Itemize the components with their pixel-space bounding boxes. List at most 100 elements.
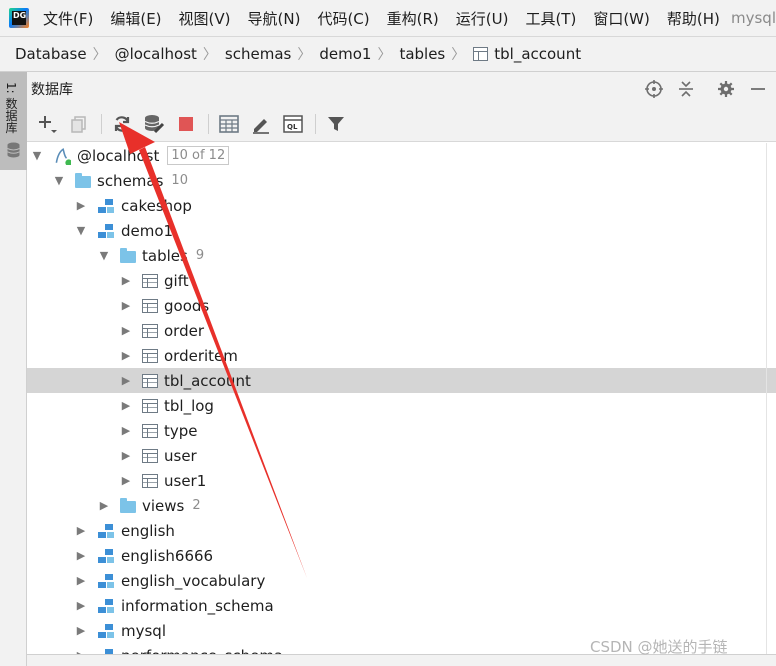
schema-settings-icon[interactable]: [142, 112, 166, 136]
menu-file[interactable]: 文件(F): [43, 8, 93, 29]
minimize-icon[interactable]: [748, 79, 768, 99]
breadcrumb-database[interactable]: Database: [15, 45, 87, 63]
breadcrumb-separator: 〉: [297, 47, 312, 63]
tree-row-table[interactable]: ▶ user1: [27, 468, 776, 493]
target-icon[interactable]: [644, 79, 664, 99]
table-editor-icon[interactable]: [217, 112, 241, 136]
tree-row-schema[interactable]: ▶ cakeshop: [27, 193, 776, 218]
tree-label: views: [142, 496, 185, 515]
tree-count: 10: [171, 173, 188, 188]
menu-bar: DG 文件(F) 编辑(E) 视图(V) 导航(N) 代码(C) 重构(R) 运…: [0, 0, 776, 36]
collapsed-caret-icon[interactable]: ▶: [75, 524, 87, 537]
database-toolbar: QL: [27, 106, 776, 142]
tree-row-table[interactable]: ▶ goods: [27, 293, 776, 318]
gear-icon[interactable]: [716, 79, 736, 99]
expanded-caret-icon[interactable]: ▼: [75, 224, 87, 237]
svg-text:QL: QL: [287, 123, 298, 131]
table-icon: [142, 323, 158, 338]
collapsed-caret-icon[interactable]: ▶: [120, 374, 132, 387]
tree-label: english: [121, 521, 175, 540]
tree-row-table[interactable]: ▶ user: [27, 443, 776, 468]
tree-row-host[interactable]: ▼ @localhost 10 of 12: [27, 143, 776, 168]
breadcrumb-demo1[interactable]: demo1: [319, 45, 371, 63]
tree-row-tables-folder[interactable]: ▼ tables 9: [27, 243, 776, 268]
collapsed-caret-icon[interactable]: ▶: [75, 599, 87, 612]
refresh-icon[interactable]: [110, 112, 134, 136]
expanded-caret-icon[interactable]: ▼: [98, 249, 110, 262]
sql-console-icon[interactable]: QL: [281, 112, 305, 136]
menu-window[interactable]: 窗口(W): [593, 8, 650, 29]
edit-icon[interactable]: [249, 112, 273, 136]
breadcrumb-separator: 〉: [202, 47, 217, 63]
tree-row-table[interactable]: ▶ type: [27, 418, 776, 443]
tree-label: user1: [164, 471, 207, 490]
scrollbar-track[interactable]: [766, 143, 767, 666]
collapsed-caret-icon[interactable]: ▶: [75, 199, 87, 212]
menu-edit[interactable]: 编辑(E): [110, 8, 161, 29]
collapsed-caret-icon[interactable]: ▶: [120, 399, 132, 412]
project-name: mysql: [731, 9, 776, 27]
menu-navigate[interactable]: 导航(N): [248, 8, 301, 29]
expanded-caret-icon[interactable]: ▼: [31, 149, 43, 162]
copy-icon[interactable]: [67, 112, 91, 136]
collapsed-caret-icon[interactable]: ▶: [75, 624, 87, 637]
breadcrumb-tables[interactable]: tables: [399, 45, 445, 63]
tree-label: order: [164, 321, 204, 340]
collapse-icon[interactable]: [676, 79, 696, 99]
tree-row-table[interactable]: ▶ gift: [27, 268, 776, 293]
menu-tools[interactable]: 工具(T): [525, 8, 576, 29]
tree-row-schema[interactable]: ▶ english: [27, 518, 776, 543]
tree-label: goods: [164, 296, 210, 315]
tree-label: @localhost: [77, 146, 160, 165]
toolbar-separator: [315, 113, 316, 134]
database-panel-header: 数据库: [27, 72, 776, 106]
tree-row-table[interactable]: ▶ tbl_log: [27, 393, 776, 418]
tree-label: demo1: [121, 221, 174, 240]
menu-view[interactable]: 视图(V): [179, 8, 231, 29]
collapsed-caret-icon[interactable]: ▶: [98, 499, 110, 512]
tree-count: 2: [192, 498, 201, 513]
collapsed-caret-icon[interactable]: ▶: [120, 349, 132, 362]
tree-row-schemas[interactable]: ▼ schemas 10: [27, 168, 776, 193]
schema-icon: [98, 573, 114, 588]
add-icon[interactable]: [35, 112, 59, 136]
menu-code[interactable]: 代码(C): [317, 8, 369, 29]
schema-icon: [98, 623, 114, 638]
menu-run[interactable]: 运行(U): [456, 8, 509, 29]
tree-row-schema[interactable]: ▶ information_schema: [27, 593, 776, 618]
collapsed-caret-icon[interactable]: ▶: [120, 474, 132, 487]
tree-row-schema[interactable]: ▼ demo1: [27, 218, 776, 243]
tree-label: type: [164, 421, 198, 440]
table-icon: [142, 348, 158, 363]
collapsed-caret-icon[interactable]: ▶: [120, 324, 132, 337]
breadcrumb-schemas[interactable]: schemas: [225, 45, 291, 63]
breadcrumb-current-table[interactable]: tbl_account: [494, 45, 581, 63]
collapsed-caret-icon[interactable]: ▶: [75, 574, 87, 587]
breadcrumb-separator: 〉: [451, 47, 466, 63]
table-icon: [142, 473, 158, 488]
tree-row-schema[interactable]: ▶ english_vocabulary: [27, 568, 776, 593]
tree-row-table-selected[interactable]: ▶ tbl_account: [27, 368, 776, 393]
breadcrumb-localhost[interactable]: @localhost: [115, 45, 197, 63]
stop-icon[interactable]: [174, 112, 198, 136]
collapsed-caret-icon[interactable]: ▶: [120, 424, 132, 437]
tree-row-table[interactable]: ▶ order: [27, 318, 776, 343]
expanded-caret-icon[interactable]: ▼: [53, 174, 65, 187]
folder-icon: [120, 247, 136, 263]
tree-label: cakeshop: [121, 196, 192, 215]
tree-row-views-folder[interactable]: ▶ views 2: [27, 493, 776, 518]
tree-row-schema[interactable]: ▶ english6666: [27, 543, 776, 568]
filter-icon[interactable]: [324, 112, 348, 136]
table-icon: [142, 398, 158, 413]
menu-help[interactable]: 帮助(H): [667, 8, 720, 29]
toolbar-separator: [208, 113, 209, 134]
database-tool-tab[interactable]: 1: 数据库: [0, 72, 27, 170]
collapsed-caret-icon[interactable]: ▶: [75, 549, 87, 562]
collapsed-caret-icon[interactable]: ▶: [120, 449, 132, 462]
collapsed-caret-icon[interactable]: ▶: [120, 299, 132, 312]
tree-row-table[interactable]: ▶ orderitem: [27, 343, 776, 368]
tree-label: orderitem: [164, 346, 238, 365]
menu-refactor[interactable]: 重构(R): [387, 8, 439, 29]
collapsed-caret-icon[interactable]: ▶: [120, 274, 132, 287]
table-icon: [142, 298, 158, 313]
